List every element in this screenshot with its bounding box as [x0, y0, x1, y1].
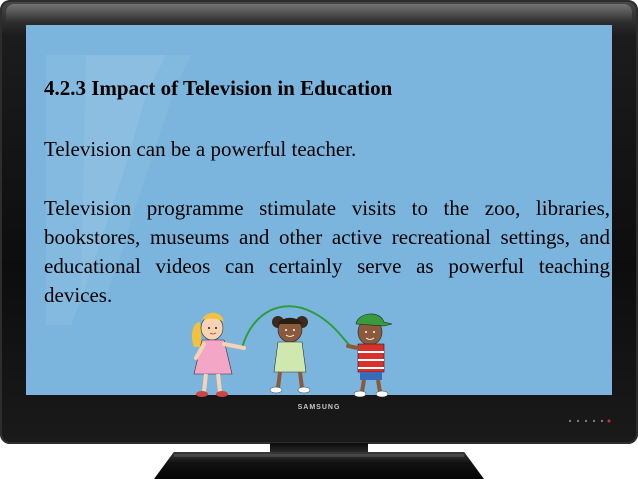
girl-left-figure [192, 312, 246, 397]
slide-paragraph-1: Television can be a powerful teacher. [44, 137, 357, 161]
tv-stand-base [154, 452, 484, 479]
slide-heading: 4.2.3 Impact of Television in Education [44, 76, 393, 100]
girl-middle-figure [269, 316, 311, 394]
tv-stand-neck [270, 443, 368, 453]
tv-indicator-lights [568, 419, 611, 423]
slide-stage: 4.2.3 Impact of Television in Education … [0, 0, 638, 479]
tv-brand-logo: SAMSUNG [297, 404, 341, 411]
children-skipping-rope-icon [192, 305, 393, 398]
boy-right-figure [346, 313, 393, 398]
